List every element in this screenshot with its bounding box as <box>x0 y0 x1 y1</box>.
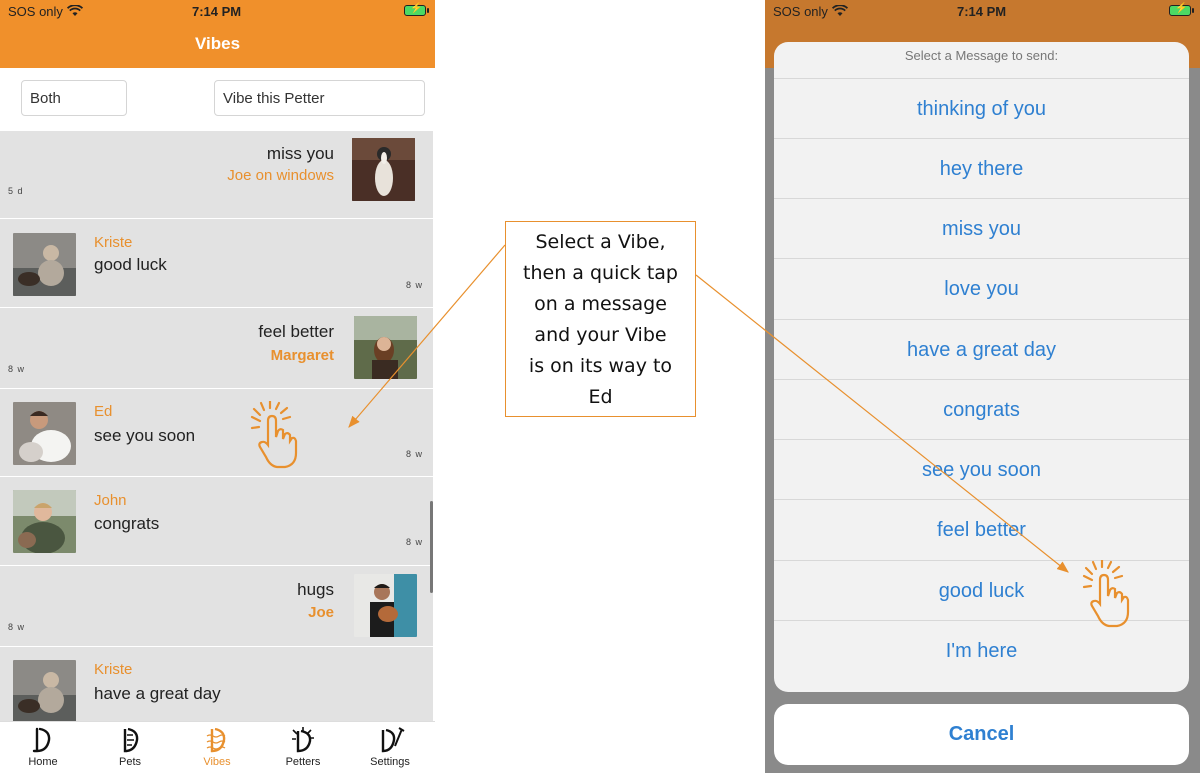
sheet-title: Select a Message to send: <box>904 48 1059 63</box>
message-text: feel better <box>258 322 334 341</box>
avatar <box>13 233 76 296</box>
avatar <box>13 660 76 721</box>
message-text: good luck <box>94 255 167 274</box>
age-label: 5 d <box>8 186 24 196</box>
callout-line: and your Vibe <box>534 324 667 346</box>
message-option[interactable]: congrats <box>774 379 1189 440</box>
tab-label: Pets <box>118 756 141 768</box>
tab-bar: Home Pets Vibes Petters Settings <box>0 721 435 773</box>
message-text: hugs <box>297 580 334 599</box>
vibe-feed[interactable]: miss you Joe on windows 5 d Kriste good … <box>0 131 435 721</box>
carrier-text: SOS only <box>8 4 63 19</box>
petters-icon <box>292 727 314 753</box>
age-label: 8 w <box>8 364 26 374</box>
tab-vibes[interactable]: Vibes <box>182 726 252 768</box>
sender-name: John <box>94 492 127 509</box>
message-text: see you soon <box>94 426 196 445</box>
message-picker-screen: SOS only 7:14 PM ⚡ Select a Message to s… <box>765 0 1200 773</box>
callout-line: Ed <box>588 386 613 408</box>
clock: 7:14 PM <box>192 4 242 19</box>
tab-label: Petters <box>285 756 321 768</box>
settings-icon <box>381 727 405 753</box>
age-label: 8 w <box>405 537 423 547</box>
sender-name: Margaret <box>270 347 334 364</box>
filter-bar: Both Vibe this Petter <box>0 68 435 132</box>
tab-label: Vibes <box>203 756 231 768</box>
cancel-button[interactable]: Cancel <box>774 704 1189 765</box>
tab-home[interactable]: Home <box>8 726 78 768</box>
sender-name: Ed <box>94 403 113 420</box>
avatar <box>13 490 76 553</box>
pets-icon <box>123 727 139 753</box>
message-option[interactable]: thinking of you <box>774 78 1189 139</box>
age-label: 8 w <box>405 280 423 290</box>
wifi-icon <box>66 4 83 16</box>
vibe-row[interactable]: John congrats 8 w <box>0 477 433 566</box>
age-label: 8 w <box>405 449 423 459</box>
avatar <box>354 316 417 379</box>
carrier-label: SOS only <box>8 4 83 19</box>
message-option[interactable]: hey there <box>774 138 1189 199</box>
message-text: miss you <box>266 144 334 163</box>
battery-icon: ⚡ <box>1169 3 1194 16</box>
home-icon <box>32 727 51 753</box>
tap-hand-icon <box>1082 560 1130 628</box>
vibe-row[interactable]: Kriste good luck 8 w <box>0 219 433 308</box>
carrier-label: SOS only <box>773 4 848 19</box>
message-text: congrats <box>94 514 160 533</box>
tab-petters[interactable]: Petters <box>268 726 338 768</box>
tab-label: Settings <box>370 756 410 768</box>
message-option[interactable]: see you soon <box>774 439 1189 500</box>
callout-line: on a message <box>534 293 667 315</box>
scrollbar[interactable] <box>430 501 433 593</box>
vibe-row[interactable]: Ed see you soon 8 w <box>0 389 433 477</box>
callout-line: then a quick tap <box>523 262 678 284</box>
callout-line: is on its way to <box>528 355 673 377</box>
tab-pets[interactable]: Pets <box>95 726 165 768</box>
sender-name: Kriste <box>94 234 133 251</box>
avatar <box>354 574 417 637</box>
vibes-screen: SOS only 7:14 PM ⚡ Vibes Both Vibe this … <box>0 0 435 773</box>
avatar <box>13 402 76 465</box>
message-option[interactable]: love you <box>774 258 1189 319</box>
page-title: Vibes <box>194 34 241 53</box>
avatar <box>352 138 415 201</box>
message-option[interactable]: have a great day <box>774 319 1189 380</box>
vibe-row[interactable]: hugs Joe 8 w <box>0 566 433 647</box>
sender-name: Joe on windows <box>227 167 334 184</box>
message-option[interactable]: feel better <box>774 499 1189 560</box>
sender-name: Kriste <box>94 661 133 678</box>
clock: 7:14 PM <box>957 4 1007 19</box>
age-label: 8 w <box>8 622 26 632</box>
carrier-text: SOS only <box>773 4 828 19</box>
tap-hand-icon <box>250 401 298 469</box>
message-text: have a great day <box>94 684 221 703</box>
vibe-row[interactable]: Kriste have a great day <box>0 647 433 721</box>
wifi-icon <box>831 4 848 16</box>
tab-settings[interactable]: Settings <box>355 726 425 768</box>
instruction-callout: Select a Vibe, then a quick tap on a mes… <box>505 221 696 417</box>
message-action-sheet: Select a Message to send: thinking of yo… <box>774 42 1189 692</box>
battery-icon: ⚡ <box>404 3 429 16</box>
vibe-petter-selector[interactable]: Vibe this Petter <box>214 80 425 116</box>
app-header: SOS only 7:14 PM ⚡ Vibes <box>0 0 435 68</box>
message-option[interactable]: miss you <box>774 198 1189 259</box>
scope-selector[interactable]: Both <box>21 80 127 116</box>
callout-line: Select a Vibe, <box>535 231 666 253</box>
vibes-icon <box>206 727 226 753</box>
sender-name: Joe <box>308 604 334 621</box>
tab-label: Home <box>28 756 58 768</box>
vibe-row[interactable]: feel better Margaret 8 w <box>0 308 433 389</box>
vibe-row[interactable]: miss you Joe on windows 5 d <box>0 131 433 219</box>
